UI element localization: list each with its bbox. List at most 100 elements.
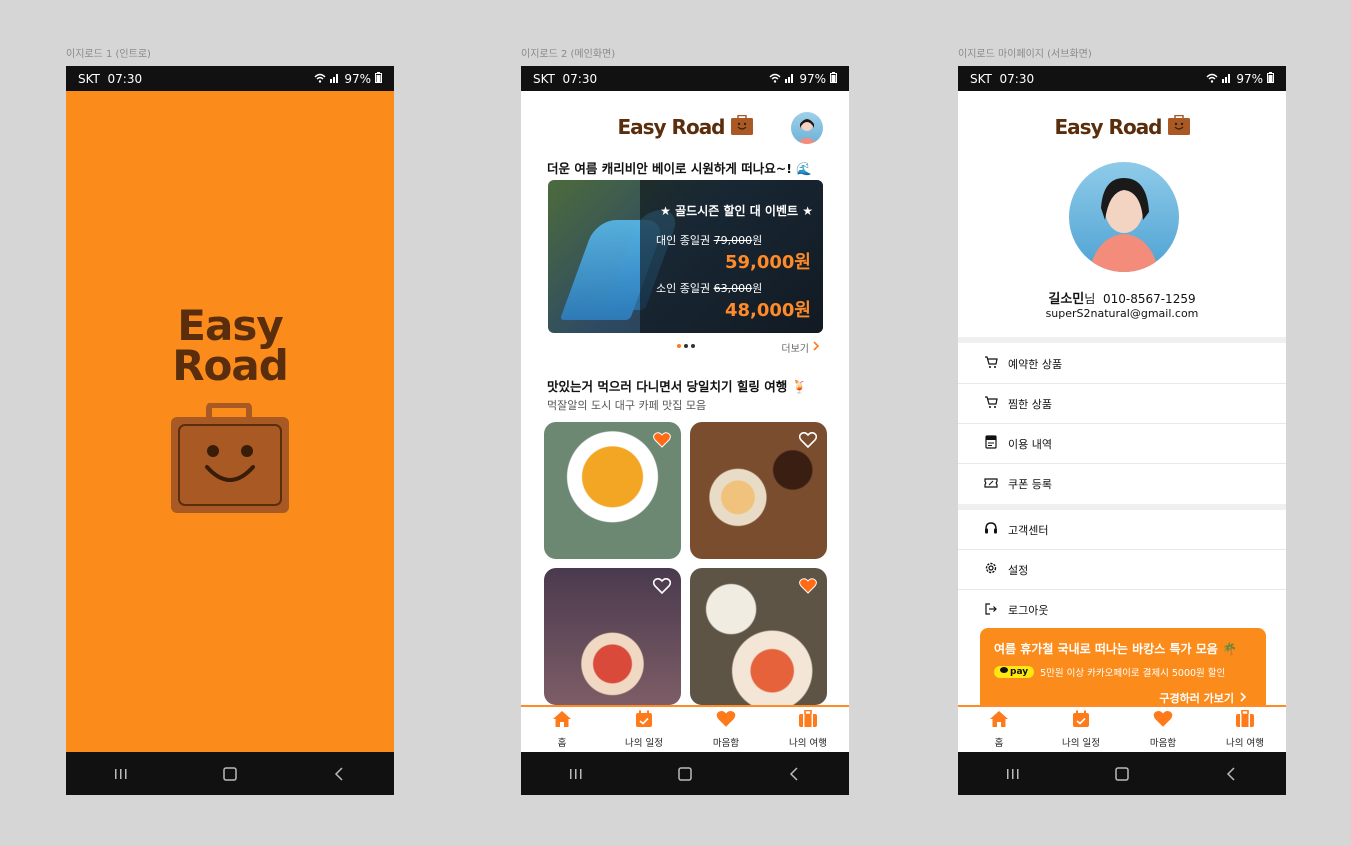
logout-icon [984, 602, 998, 619]
clock: 07:30 [999, 71, 1035, 86]
heart-icon [1153, 710, 1173, 732]
back-system-button[interactable] [1201, 759, 1261, 789]
section-title-caribbean: 더운 여름 캐리비안 베이로 시원하게 떠나요~! 🌊 [547, 161, 812, 176]
status-bar: SKT 07:30 97% [958, 66, 1286, 91]
menu-wished-products[interactable]: 찜한 상품 [958, 384, 1286, 424]
home-system-button[interactable] [655, 759, 715, 789]
photo-grid [544, 422, 828, 705]
user-name: 길소민 [1048, 292, 1085, 307]
intro-screen: SKT 07:30 97% Easy Road [66, 66, 394, 795]
splash-logo: Easy Road [172, 301, 289, 390]
more-link[interactable]: 더보기 [781, 340, 820, 355]
adult-ticket-label: 대인 종일권 79,000원 [656, 234, 763, 247]
star-icon: ★ [660, 204, 671, 218]
photo-card[interactable] [690, 568, 827, 705]
suitcase-icon [1235, 709, 1255, 732]
clock: 07:30 [107, 71, 143, 86]
tab-home[interactable]: 홈 [527, 710, 597, 749]
recent-apps-button[interactable] [546, 759, 606, 789]
user-email: superS2natural@gmail.com [1045, 307, 1199, 320]
signal-icon [330, 72, 340, 86]
menu-usage-history[interactable]: 이용 내역 [958, 424, 1286, 464]
suitcase-icon [798, 709, 818, 732]
home-icon [552, 710, 572, 732]
heart-outline-icon[interactable] [652, 577, 672, 598]
tab-wishlist[interactable]: 마음함 [691, 710, 761, 749]
avatar[interactable] [791, 112, 823, 144]
suitcase-logo-icon [169, 402, 291, 519]
event-banner[interactable]: ★ 골드시즌 할인 대 이벤트 ★ 대인 종일권 79,000원 59,000원… [548, 180, 823, 333]
bottom-tab-bar: 홈 나의 일정 마음함 나의 여행 [521, 705, 849, 752]
wifi-icon [1206, 72, 1218, 86]
photo-card[interactable] [544, 568, 681, 705]
menu-customer-center[interactable]: 고객센터 [958, 510, 1286, 550]
status-bar: SKT 07:30 97% [66, 66, 394, 91]
back-system-button[interactable] [764, 759, 824, 789]
system-nav-bar [66, 752, 394, 795]
heart-outline-icon[interactable] [798, 431, 818, 452]
suitcase-logo-icon [1167, 114, 1190, 139]
main-screen: SKT 07:30 97% Easy Road 더운 여름 캐리비안 베이로 시… [521, 66, 849, 795]
cart-icon [984, 355, 998, 372]
photo-card[interactable] [690, 422, 827, 559]
menu-reserved-products[interactable]: 예약한 상품 [958, 344, 1286, 384]
menu-logout[interactable]: 로그아웃 [958, 590, 1286, 630]
system-nav-bar [521, 752, 849, 795]
cart-icon [984, 395, 998, 412]
frame-label-intro: 이지로드 1 (인트로) [66, 49, 151, 60]
home-system-button[interactable] [200, 759, 260, 789]
tab-my-schedule[interactable]: 나의 일정 [609, 710, 679, 749]
system-nav-bar [958, 752, 1286, 795]
app-logo[interactable]: Easy Road [958, 110, 1286, 144]
back-system-button[interactable] [309, 759, 369, 789]
chevron-right-icon [1240, 691, 1247, 705]
frame-label-main: 이지로드 2 (메인화면) [521, 49, 616, 60]
calendar-icon [635, 710, 653, 732]
headset-icon [984, 521, 998, 538]
bottom-tab-bar: 홈 나의 일정 마음함 나의 여행 [958, 705, 1286, 752]
recent-apps-button[interactable] [91, 759, 151, 789]
carrier: SKT [970, 71, 992, 86]
splash-background: Easy Road [66, 91, 394, 752]
child-ticket-price: 48,000원 [724, 300, 811, 321]
battery-icon [375, 71, 382, 86]
signal-icon [1222, 72, 1232, 86]
tab-my-trips[interactable]: 나의 여행 [1210, 709, 1280, 749]
heart-filled-icon[interactable] [799, 578, 817, 598]
star-icon: ★ [802, 204, 813, 218]
child-ticket-label: 소인 종일권 63,000원 [656, 282, 763, 295]
adult-ticket-price: 59,000원 [724, 252, 811, 273]
tab-my-schedule[interactable]: 나의 일정 [1046, 710, 1116, 749]
heart-filled-icon[interactable] [653, 432, 671, 452]
carousel-dots[interactable] [677, 344, 695, 348]
section-title-food-trip: 맛있는거 먹으러 다니면서 당일치기 힐링 여행 🍹 [547, 379, 808, 394]
battery-icon [1267, 71, 1274, 86]
heart-icon [716, 710, 736, 732]
carrier: SKT [78, 71, 100, 86]
wifi-icon [314, 72, 326, 86]
home-icon [989, 710, 1009, 732]
divider [958, 337, 1286, 343]
recent-apps-button[interactable] [983, 759, 1043, 789]
calendar-icon [1072, 710, 1090, 732]
receipt-icon [984, 435, 998, 452]
tab-wishlist[interactable]: 마음함 [1128, 710, 1198, 749]
carrier: SKT [533, 71, 555, 86]
photo-card[interactable] [544, 422, 681, 559]
battery-level: 97% [1236, 71, 1263, 86]
tab-home[interactable]: 홈 [964, 710, 1034, 749]
section-subtitle-food-trip: 먹잘알의 도시 대구 카페 맛집 모음 [547, 399, 707, 412]
menu-coupon-register[interactable]: 쿠폰 등록 [958, 464, 1286, 504]
user-phone: 010-8567-1259 [1102, 292, 1196, 306]
signal-icon [785, 72, 795, 86]
home-system-button[interactable] [1092, 759, 1152, 789]
speech-bubble-icon [1000, 667, 1008, 677]
promo-cta-button[interactable]: 구경하러 가보기 [1159, 690, 1247, 706]
promo-pay-text: 5만원 이상 카카오페이로 결제시 5000원 할인 [1040, 668, 1226, 679]
tab-my-trips[interactable]: 나의 여행 [773, 709, 843, 749]
battery-icon [830, 71, 837, 86]
profile-avatar[interactable] [1069, 162, 1179, 272]
kakaopay-badge: pay [994, 666, 1035, 678]
status-bar: SKT 07:30 97% [521, 66, 849, 91]
menu-settings[interactable]: 설정 [958, 550, 1286, 590]
